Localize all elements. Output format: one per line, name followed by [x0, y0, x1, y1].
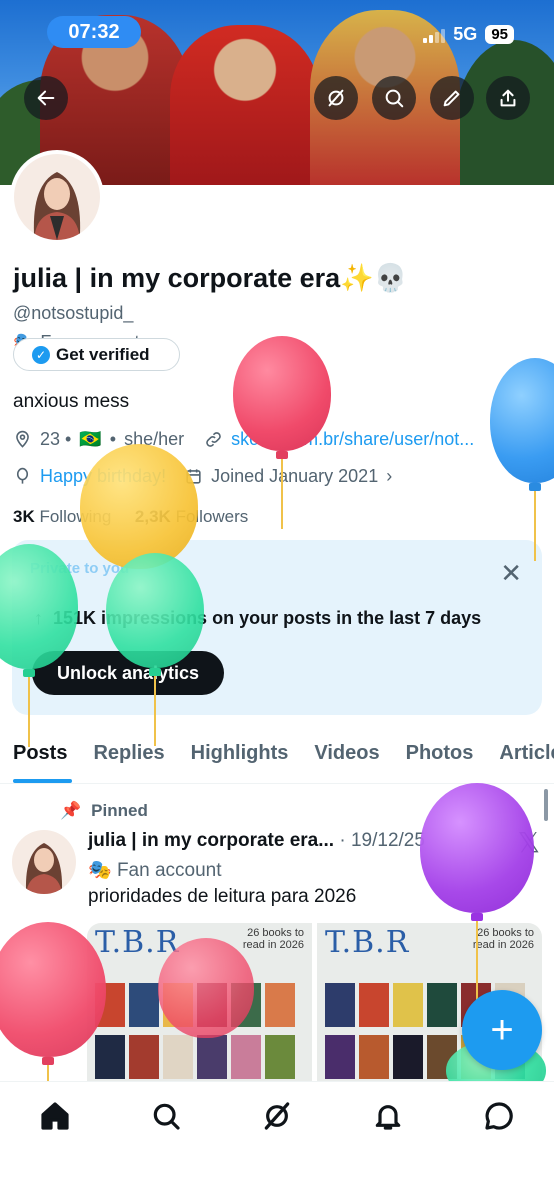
profile-meta-row-2: Happy birthday! Joined January 2021 › — [13, 466, 392, 487]
status-time: 07:32 — [47, 16, 141, 48]
followers-link[interactable]: 2,3K Followers — [135, 507, 248, 526]
post-header[interactable]: julia | in my corporate era... · 19/12/2… — [88, 830, 425, 852]
meta-separator: • — [109, 429, 117, 449]
x-logo-icon: 𝕏 — [517, 827, 540, 858]
tbr-title-2: T.B.R — [325, 925, 410, 960]
followers-label: Followers — [175, 507, 249, 526]
bottom-navigation — [0, 1081, 554, 1199]
user-handle: @notsostupid_ — [13, 303, 134, 323]
pinned-label-row: 📌 Pinned — [60, 801, 148, 821]
nav-search[interactable] — [150, 1100, 182, 1199]
post-date: · 19/12/25 — [339, 830, 425, 851]
close-icon[interactable]: ✕ — [500, 558, 522, 589]
private-label: Private to you — [30, 560, 130, 577]
balloon-icon — [16, 467, 29, 484]
flag-emoji: 🇧🇷 — [79, 429, 102, 449]
post-author-name[interactable]: julia | in my corporate era... — [88, 830, 334, 851]
avatar-illustration-small — [25, 843, 63, 894]
share-icon — [500, 89, 516, 107]
home-icon — [41, 1102, 69, 1130]
pinned-label: Pinned — [91, 801, 148, 820]
nav-grok[interactable] — [261, 1100, 293, 1199]
get-verified-label: Get verified — [56, 344, 150, 364]
edit-profile-button[interactable] — [430, 76, 474, 120]
arrow-up-icon: ↑ — [34, 608, 43, 628]
chevron-right-icon[interactable]: › — [386, 466, 392, 487]
tab-highlights[interactable]: Highlights — [178, 730, 302, 783]
bell-icon — [375, 1105, 401, 1130]
pronouns-text: she/her — [124, 429, 185, 449]
post-image-1[interactable]: T.B.R 26 books to read in 2026 — [87, 923, 312, 1083]
scroll-indicator[interactable] — [544, 789, 548, 821]
analytics-card: Private to you ✕ ↑ 151K impressions on y… — [12, 540, 542, 715]
profile-tabs: Posts Replies Highlights Videos Photos A… — [0, 730, 554, 784]
tab-articles[interactable]: Articles — [486, 730, 554, 783]
chat-bubble-icon — [484, 1102, 513, 1130]
grok-icon — [328, 89, 344, 107]
get-verified-button[interactable]: ✓ Get verified — [13, 338, 180, 371]
share-button[interactable] — [486, 76, 530, 120]
network-label: 5G — [453, 24, 478, 44]
pencil-icon — [443, 90, 460, 107]
profile-meta-row-1: 23 • 🇧🇷 • she/her skoob.com.br/share/use… — [13, 429, 474, 450]
location-pin-icon — [16, 430, 29, 448]
pin-icon: 📌 — [60, 801, 82, 820]
search-button[interactable] — [372, 76, 416, 120]
nav-home[interactable] — [39, 1100, 71, 1199]
status-bar-right: 5G 95 — [423, 24, 514, 45]
avatar-illustration — [14, 154, 100, 240]
tbr-subtitle-2: 26 books to read in 2026 — [472, 927, 534, 951]
followers-count: 2,3K — [134, 507, 171, 526]
grok-button[interactable] — [314, 76, 358, 120]
age-text: 23 • — [40, 429, 72, 449]
arrow-left-icon — [37, 90, 55, 106]
following-label: Following — [39, 507, 112, 526]
calendar-icon — [186, 469, 201, 484]
search-icon — [385, 89, 404, 108]
tbr-title: T.B.R — [95, 925, 180, 960]
impressions-text: 151K impressions on your posts in the la… — [53, 608, 482, 628]
tab-videos[interactable]: Videos — [301, 730, 392, 783]
grok-icon — [264, 1102, 290, 1130]
tab-replies[interactable]: Replies — [80, 730, 177, 783]
link-icon — [206, 432, 221, 447]
follow-stats: 3K Following 2,3K Followers — [13, 507, 248, 527]
nav-messages[interactable] — [483, 1100, 515, 1199]
tbr-subtitle: 26 books to read in 2026 — [242, 927, 304, 951]
bio-text: anxious mess — [13, 391, 130, 412]
following-count: 3K — [13, 507, 35, 526]
profile-link[interactable]: skoob.com.br/share/user/not... — [231, 429, 474, 450]
signal-icon — [423, 27, 446, 43]
verified-badge-icon: ✓ — [32, 345, 50, 364]
post-text: prioridades de leitura para 2026 — [88, 886, 357, 907]
book-covers-grid — [95, 983, 304, 1083]
following-link[interactable]: 3K Following — [13, 507, 111, 526]
compose-post-button[interactable]: + — [462, 990, 542, 1070]
plus-icon: + — [490, 1007, 514, 1052]
post-author-avatar[interactable] — [12, 830, 76, 894]
back-button[interactable] — [24, 76, 68, 120]
search-icon — [153, 1103, 180, 1130]
banner-figure-center — [170, 25, 320, 185]
post-category-label: Fan account — [116, 860, 222, 881]
nav-notifications[interactable] — [372, 1100, 404, 1199]
birthday-link[interactable]: Happy birthday! — [40, 466, 166, 487]
battery-indicator: 95 — [485, 25, 514, 44]
balloon-blue — [490, 358, 554, 561]
joined-text: Joined January 2021 — [211, 466, 379, 486]
profile-avatar[interactable] — [10, 150, 104, 244]
tab-photos[interactable]: Photos — [393, 730, 487, 783]
unlock-analytics-button[interactable]: Unlock analytics — [32, 651, 224, 695]
display-name: julia | in my corporate era✨💀 — [13, 263, 408, 293]
tab-posts[interactable]: Posts — [0, 730, 80, 783]
post-author-category: 🎭 Fan account — [88, 860, 222, 881]
impressions-row: ↑ 151K impressions on your posts in the … — [34, 608, 481, 629]
